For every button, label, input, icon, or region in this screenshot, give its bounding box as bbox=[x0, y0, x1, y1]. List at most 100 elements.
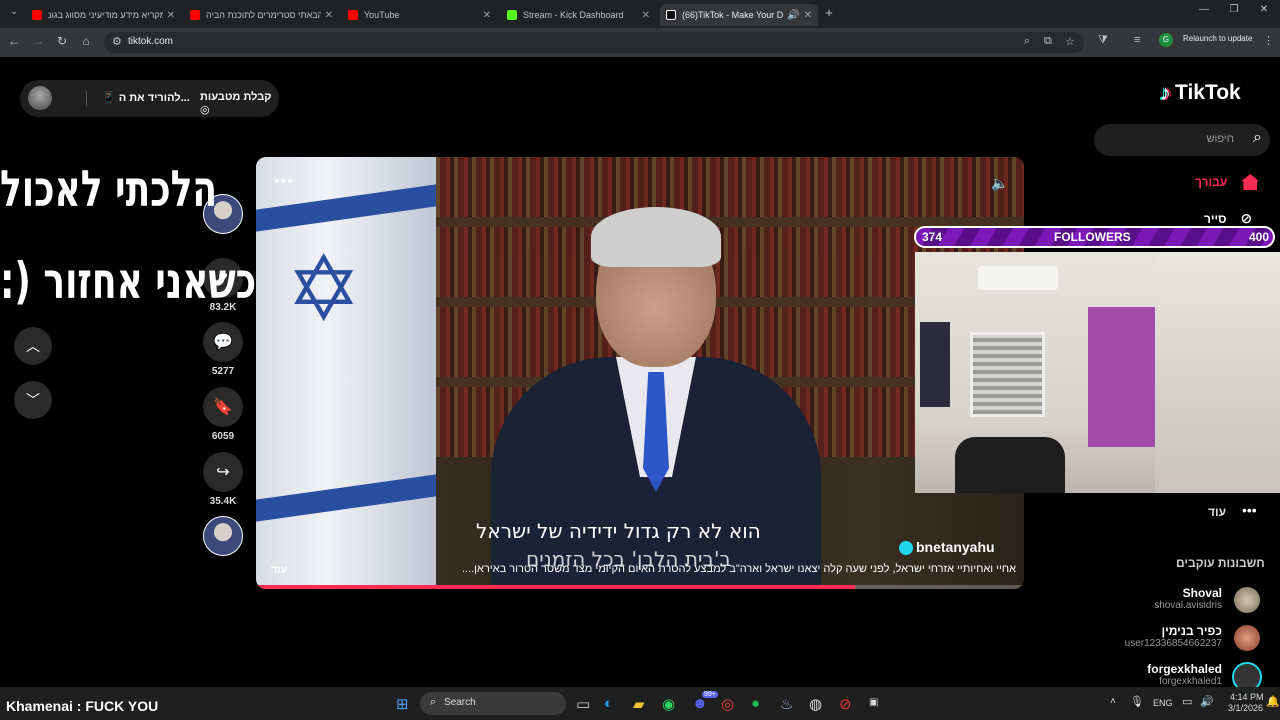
share-action[interactable]: ↪ 35.4K bbox=[203, 452, 243, 507]
nav-explore[interactable]: סייר ⊘ bbox=[1204, 210, 1252, 227]
creator-handle[interactable]: bnetanyahu bbox=[916, 539, 995, 555]
more-options-icon[interactable]: ••• bbox=[1242, 502, 1257, 518]
url-text: tiktok.com bbox=[128, 36, 174, 47]
get-coins-button[interactable]: קבלת מטבעות ◎ bbox=[200, 91, 279, 116]
tab-search-icon[interactable]: ≡ bbox=[1134, 34, 1140, 46]
tab-2[interactable]: הבאתי סטרימרים לתוכנת הביה ✕ bbox=[184, 4, 339, 26]
tab-search-icon[interactable]: ⌄ bbox=[6, 6, 22, 17]
stream-chat-message: Khamenai : FUCK YOU bbox=[6, 698, 159, 714]
network-icon[interactable]: ▭ bbox=[1182, 695, 1192, 708]
close-tab-icon[interactable]: ✕ bbox=[483, 10, 491, 21]
video-player[interactable]: ✡ הוא לא רק גדול ידידיה של ישראל ב'בית ה… bbox=[256, 157, 1024, 589]
relaunch-button[interactable]: Relaunch to update bbox=[1183, 34, 1252, 43]
task-view-icon[interactable]: ▭ bbox=[576, 695, 590, 713]
chrome-icon[interactable]: ◎ bbox=[721, 695, 734, 713]
close-tab-icon[interactable]: ✕ bbox=[325, 10, 333, 21]
compass-icon: ⊘ bbox=[1240, 210, 1253, 226]
epic-games-icon[interactable]: ▣ bbox=[869, 697, 878, 708]
install-icon[interactable]: ⧉ bbox=[1044, 35, 1052, 48]
following-account-3[interactable]: forgexkhaled forgexkhaled1 bbox=[1062, 662, 1222, 687]
previous-video-button[interactable]: ︿ bbox=[14, 327, 52, 365]
user-avatar[interactable] bbox=[28, 86, 52, 110]
verified-icon bbox=[899, 541, 913, 555]
forward-icon[interactable]: → bbox=[30, 34, 46, 48]
profile-avatar[interactable]: G bbox=[1159, 33, 1173, 47]
video-progress-bar[interactable] bbox=[256, 585, 1024, 589]
video-subtitle-line-1: הוא לא רק גדול ידידיה של ישראל bbox=[476, 519, 761, 543]
menu-kebab-icon[interactable]: ⋮ bbox=[1263, 34, 1274, 47]
nav-for-you[interactable]: עבורך bbox=[1195, 174, 1260, 190]
back-icon[interactable]: ← bbox=[6, 34, 22, 48]
tiktok-logo[interactable]: ♪ TikTok bbox=[1160, 80, 1241, 106]
search-input[interactable]: חיפוש ⌕ bbox=[1094, 124, 1270, 156]
notification-icon[interactable]: 🔔 bbox=[1266, 695, 1280, 708]
save-count: 6059 bbox=[211, 431, 235, 442]
wall-poster bbox=[920, 322, 950, 407]
clock-date[interactable]: 3/1/2026 bbox=[1228, 703, 1263, 713]
share-icon[interactable]: ↪ bbox=[203, 452, 243, 492]
music-disc-avatar[interactable] bbox=[203, 516, 243, 556]
tab-title: YouTube bbox=[364, 10, 400, 20]
close-window-icon[interactable]: ✕ bbox=[1256, 4, 1272, 15]
video-description: אחיי ואחיותיי אזרחי ישראל, לפני שעה קלה … bbox=[461, 563, 1016, 575]
sidebar-more[interactable]: עוד bbox=[1208, 505, 1226, 519]
account-username: user12336854662237 bbox=[1124, 638, 1222, 649]
comment-action[interactable]: 💬 5277 bbox=[203, 322, 243, 377]
address-bar[interactable]: ⚙ tiktok.com ⌕ ⧉ ☆ bbox=[104, 32, 1084, 53]
new-tab-icon[interactable]: + bbox=[821, 5, 837, 20]
whatsapp-icon[interactable]: ◉ bbox=[662, 695, 675, 713]
flag-stripe bbox=[256, 184, 436, 232]
maximize-icon[interactable]: ❐ bbox=[1226, 4, 1242, 15]
israel-flag: ✡ bbox=[256, 157, 436, 589]
search-icon[interactable]: ⌕ bbox=[1253, 129, 1262, 147]
next-video-button[interactable]: ﹀ bbox=[14, 381, 52, 419]
close-tab-icon[interactable]: ✕ bbox=[642, 10, 650, 21]
obs-icon[interactable]: ◍ bbox=[809, 695, 822, 713]
speaker-icon[interactable]: 🔊 bbox=[787, 10, 799, 21]
avatar[interactable] bbox=[1234, 625, 1260, 651]
close-tab-icon[interactable]: ✕ bbox=[167, 10, 175, 21]
webcam-overlay bbox=[915, 252, 1280, 493]
home-icon[interactable]: ⌂ bbox=[78, 34, 94, 48]
purple-door bbox=[1088, 307, 1158, 447]
download-app-button[interactable]: 📱 להוריד את ה... bbox=[102, 91, 190, 104]
tab-4[interactable]: Stream - Kick Dashboard ✕ bbox=[501, 4, 656, 26]
tab-1[interactable]: מקריא מידע מודיעיני מסווג בגונ ✕ bbox=[26, 4, 181, 26]
volume-icon[interactable]: 🔈 bbox=[991, 175, 1008, 192]
avatar[interactable] bbox=[1234, 587, 1260, 613]
bookmark-star-icon[interactable]: ☆ bbox=[1065, 35, 1075, 48]
microphone-icon[interactable]: 🎙 bbox=[1130, 695, 1144, 708]
extensions-icon[interactable]: ⧩ bbox=[1098, 34, 1108, 47]
description-more-link[interactable]: עוד bbox=[271, 564, 288, 576]
following-account-2[interactable]: כפיר בנימין user12336854662237 bbox=[1062, 624, 1222, 649]
app-icon[interactable]: ⊘ bbox=[839, 695, 852, 713]
video-menu-icon[interactable]: ••• bbox=[274, 173, 294, 191]
bookmark-icon[interactable]: 🔖 bbox=[203, 387, 243, 427]
download-label: להוריד את ה... bbox=[118, 92, 190, 104]
tab-5-active[interactable]: (66)TikTok - Make Your Day 🔊 ✕ bbox=[660, 4, 818, 26]
following-account-1[interactable]: Shoval shoval.avisidris bbox=[1062, 586, 1222, 611]
coin-pill[interactable]: 📱 להוריד את ה... קבלת מטבעות ◎ bbox=[20, 80, 279, 117]
tab-3[interactable]: YouTube ✕ bbox=[342, 4, 497, 26]
file-explorer-icon[interactable]: ▰ bbox=[633, 695, 645, 713]
followers-label: FOLLOWERS bbox=[1054, 230, 1131, 244]
taskbar-search[interactable]: ⌕ Search bbox=[420, 692, 566, 715]
edge-icon[interactable]: ◐ bbox=[604, 695, 613, 712]
minimize-icon[interactable]: — bbox=[1196, 4, 1212, 15]
language-indicator[interactable]: ENG bbox=[1153, 698, 1173, 708]
save-action[interactable]: 🔖 6059 bbox=[203, 387, 243, 442]
volume-icon[interactable]: 🔊 bbox=[1200, 695, 1214, 708]
windows-start-icon[interactable]: ⊞ bbox=[396, 695, 409, 713]
spotify-icon[interactable]: ● bbox=[751, 695, 760, 712]
clock-time[interactable]: 4:14 PM bbox=[1230, 692, 1264, 702]
close-tab-icon[interactable]: ✕ bbox=[804, 10, 812, 21]
zoom-icon[interactable]: ⌕ bbox=[1024, 35, 1030, 48]
tray-overflow-icon[interactable]: ˄ bbox=[1110, 696, 1116, 707]
star-of-david-icon: ✡ bbox=[286, 240, 362, 340]
reload-icon[interactable]: ↻ bbox=[54, 34, 70, 48]
comment-icon[interactable]: 💬 bbox=[203, 322, 243, 362]
steam-icon[interactable]: ♨ bbox=[780, 695, 793, 713]
site-info-icon[interactable]: ⚙ bbox=[112, 35, 122, 48]
comment-count: 5277 bbox=[211, 366, 235, 377]
tab-title: מקריא מידע מודיעיני מסווג בגונ bbox=[48, 10, 163, 20]
